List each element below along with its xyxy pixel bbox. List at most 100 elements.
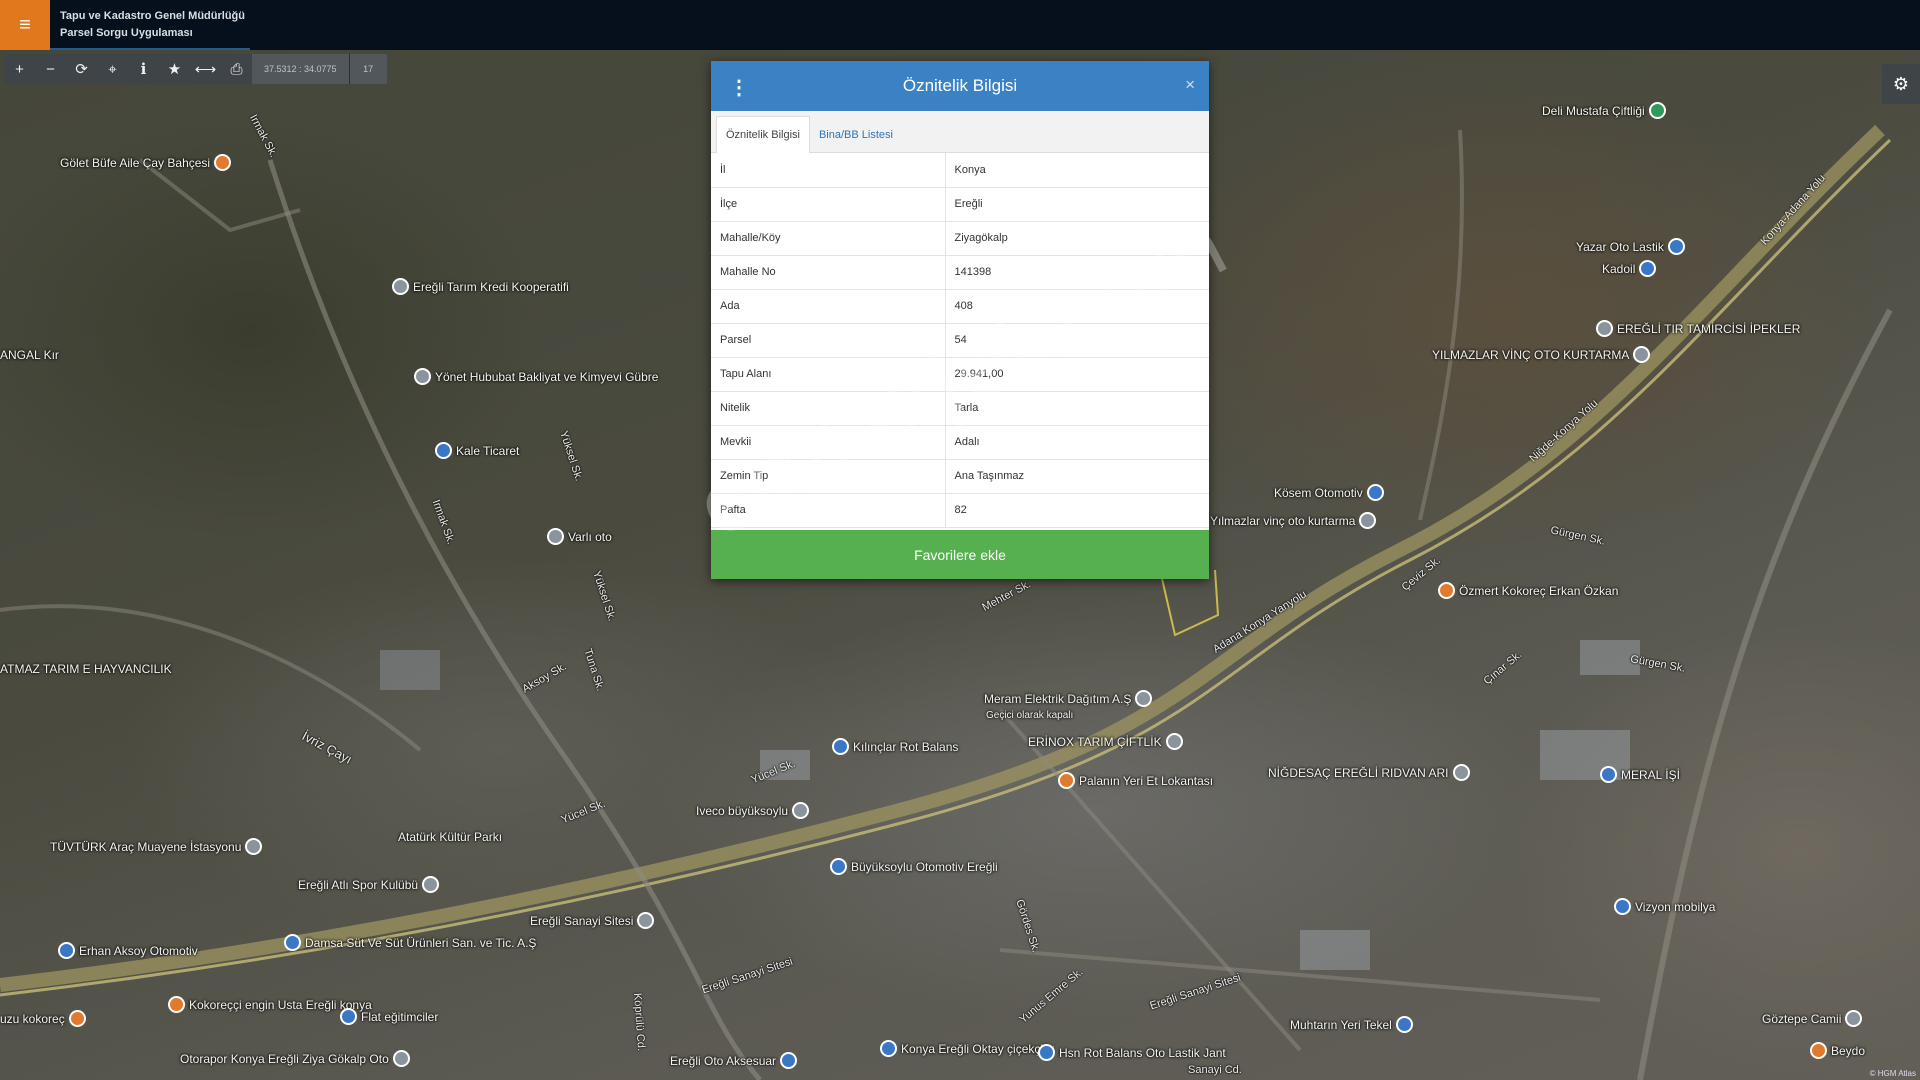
poi-yilmazlar-vinc-label: YILMAZLAR VİNÇ OTO KURTARMA	[1432, 347, 1630, 362]
shop-pin-icon	[780, 1052, 798, 1069]
app-title: Tapu ve Kadastro Genel Müdürlüğü Parsel …	[60, 8, 245, 42]
poi-damsa-label: Damsa Süt Ve Süt Ürünleri San. ve Tic. A…	[305, 935, 537, 950]
poi-meral-isi[interactable]: MERAL İŞİ	[1600, 766, 1680, 783]
location-pin-icon	[1452, 764, 1470, 781]
poi-flat[interactable]: Flat eğitimciler	[340, 1008, 438, 1025]
poi-otorapor[interactable]: Otorapor Konya Ereğli Ziya Gökalp Oto	[180, 1050, 410, 1067]
poi-golet-bufe-label: Gölet Büfe Aile Çay Bahçesi	[60, 155, 211, 170]
zoom-out-icon[interactable]: −	[35, 54, 66, 84]
info-icon[interactable]: i	[128, 54, 159, 84]
hamburger-menu-button[interactable]: ≡	[0, 0, 50, 50]
poi-eregli-tir[interactable]: EREĞLİ TIR TAMİRCİSİ İPEKLER	[1596, 320, 1800, 337]
poi-atmaz-tarim[interactable]: ATMAZ TARIM E HAYVANCILIK	[0, 662, 172, 676]
location-pin-icon	[392, 1050, 410, 1067]
close-icon[interactable]: ×	[1185, 75, 1195, 95]
poi-varli-oto[interactable]: Varlı oto	[547, 528, 612, 545]
poi-muhtarin-yeri-label: Muhtarın Yeri Tekel	[1290, 1017, 1392, 1032]
poi-golet-bufe[interactable]: Gölet Büfe Aile Çay Bahçesi	[60, 154, 232, 171]
tab-attribute-info[interactable]: Öznitelik Bilgisi	[716, 116, 810, 153]
poi-kilinclar[interactable]: Kılınçlar Rot Balans	[832, 738, 958, 755]
row-key: Ada	[711, 289, 946, 324]
poi-yonet-hububat[interactable]: Yönet Hububat Bakliyat ve Kimyevi Gübre	[414, 368, 658, 385]
dialog-tabs: Öznitelik Bilgisi Bina/BB Listesi	[711, 111, 1209, 153]
poi-damsa[interactable]: Damsa Süt Ve Süt Ürünleri San. ve Tic. A…	[284, 934, 536, 951]
poi-yilmazlar-oto[interactable]: Yılmazlar vinç oto kurtarma	[1210, 512, 1377, 529]
poi-atli-spor[interactable]: Ereğli Atlı Spor Kulübü	[298, 876, 440, 893]
poi-tuvturk[interactable]: TÜVTÜRK Araç Muayene İstasyonu	[50, 838, 263, 855]
zoom-level-readout: 17	[348, 54, 387, 84]
row-value: Ereğli	[945, 187, 1209, 222]
poi-muhtarin-yeri[interactable]: Muhtarın Yeri Tekel	[1290, 1016, 1413, 1033]
poi-beydo[interactable]: Beydo	[1810, 1042, 1865, 1059]
poi-vizyon[interactable]: Vizyon mobilya	[1614, 898, 1715, 915]
poi-uzu-kokorec-label: uzu kokoreç	[0, 1011, 65, 1026]
poi-yilmazlar-vinc[interactable]: YILMAZLAR VİNÇ OTO KURTARMA	[1432, 346, 1651, 363]
poi-tarim-kredi[interactable]: Ereğli Tarım Kredi Kooperatifi	[392, 278, 569, 295]
table-row: Ada 408	[711, 289, 1209, 324]
shop-pin-icon	[1614, 898, 1631, 915]
table-row: İlçe Ereğli	[711, 187, 1209, 222]
poi-oktay-cicek[interactable]: Konya Ereğli Oktay çiçekçilik	[880, 1040, 1054, 1057]
poi-uzu-kokorec[interactable]: uzu kokoreç	[0, 1010, 86, 1027]
row-value: Konya	[945, 153, 1209, 188]
shop-pin-icon	[832, 738, 849, 755]
dialog-header: ⋮ Öznitelik Bilgisi ×	[711, 61, 1209, 111]
row-value: 141398	[945, 255, 1209, 290]
poi-tarim-kredi-label: Ereğli Tarım Kredi Kooperatifi	[413, 279, 569, 294]
poi-kadoil[interactable]: Kadoil	[1602, 260, 1657, 277]
poi-yazar-oto[interactable]: Yazar Oto Lastik	[1576, 238, 1685, 255]
poi-goztepe[interactable]: Göztepe Camii	[1762, 1010, 1863, 1027]
star-icon[interactable]: ★	[159, 54, 190, 84]
poi-hsn-rot[interactable]: Hsn Rot Balans Oto Lastik Jant	[1038, 1044, 1226, 1061]
table-row: Mevkii Adalı	[711, 425, 1209, 460]
poi-hsn-rot-label: Hsn Rot Balans Oto Lastik Jant	[1059, 1045, 1226, 1060]
poi-kale-ticaret-label: Kale Ticaret	[456, 443, 520, 458]
table-row: İl Konya	[711, 153, 1209, 188]
row-value: Ana Taşınmaz	[945, 459, 1209, 494]
table-row: Tapu Alanı 29.941,00	[711, 357, 1209, 392]
poi-kosem-otomotiv[interactable]: Kösem Otomotiv	[1274, 484, 1384, 501]
shop-pin-icon	[1600, 766, 1617, 783]
poi-deli-mustafa[interactable]: Deli Mustafa Çiftliği	[1542, 102, 1666, 119]
shop-pin-icon	[58, 942, 75, 959]
restaurant-pin-icon	[168, 996, 185, 1013]
row-value: 54	[945, 323, 1209, 358]
row-value: 82	[945, 493, 1209, 528]
measure-icon[interactable]: ⟷	[190, 54, 221, 84]
poi-kadoil-label: Kadoil	[1602, 261, 1636, 276]
locate-icon[interactable]: ⌖	[97, 54, 128, 84]
poi-goztepe-label: Göztepe Camii	[1762, 1011, 1842, 1026]
add-to-favorites-button[interactable]: Favorilere ekle	[711, 530, 1209, 579]
poi-ozmert-kokorec[interactable]: Özmert Kokoreç Erkan Özkan	[1438, 582, 1618, 599]
restaurant-pin-icon	[1058, 772, 1075, 789]
poi-nigdesac[interactable]: NİĞDESAÇ EREĞLİ RIDVAN ARI	[1268, 764, 1470, 781]
poi-erhan-aksoy[interactable]: Erhan Aksoy Otomotiv	[58, 942, 198, 959]
row-value: Adalı	[945, 425, 1209, 460]
poi-iveco[interactable]: Iveco büyüksoylu	[696, 802, 810, 819]
poi-palanin-yeri[interactable]: Palanın Yeri Et Lokantası	[1058, 772, 1213, 789]
poi-sanayi-sitesi[interactable]: Ereğli Sanayi Sitesi	[530, 912, 655, 929]
zoom-in-icon[interactable]: +	[4, 54, 35, 84]
app-title-line2: Parsel Sorgu Uygulaması	[60, 27, 193, 39]
poi-angal-label: ANGAL Kır	[0, 348, 59, 362]
gear-icon[interactable]: ⚙	[1882, 64, 1920, 104]
location-pin-icon	[422, 876, 440, 893]
table-row: Nitelik Tarla	[711, 391, 1209, 426]
refresh-icon[interactable]: ⟳	[66, 54, 97, 84]
tab-building-list[interactable]: Bina/BB Listesi	[810, 116, 902, 153]
shop-pin-icon	[1667, 238, 1685, 255]
print-icon[interactable]: ⎙	[221, 54, 252, 84]
row-value: Ziyagökalp	[945, 221, 1209, 256]
shop-pin-icon	[1038, 1044, 1055, 1061]
poi-angal[interactable]: ANGAL Kır	[0, 348, 59, 362]
row-key: Pafta	[711, 493, 946, 528]
poi-kale-ticaret[interactable]: Kale Ticaret	[435, 442, 519, 459]
poi-ataturk-park[interactable]: Atatürk Kültür Parkı	[398, 830, 502, 844]
row-key: Nitelik	[711, 391, 946, 426]
poi-buyuksoylu[interactable]: Büyüksoylu Otomotiv Ereğli	[830, 858, 998, 875]
location-pin-icon	[1596, 320, 1613, 337]
poi-meram-elektrik[interactable]: Meram Elektrik Dağıtım A.Ş	[984, 690, 1153, 707]
poi-erinox[interactable]: ERİNOX TARIM ÇİFTLİK	[1028, 733, 1183, 750]
poi-varli-oto-label: Varlı oto	[568, 529, 612, 544]
poi-oto-aksesuar[interactable]: Ereğli Oto Aksesuar	[670, 1052, 798, 1069]
